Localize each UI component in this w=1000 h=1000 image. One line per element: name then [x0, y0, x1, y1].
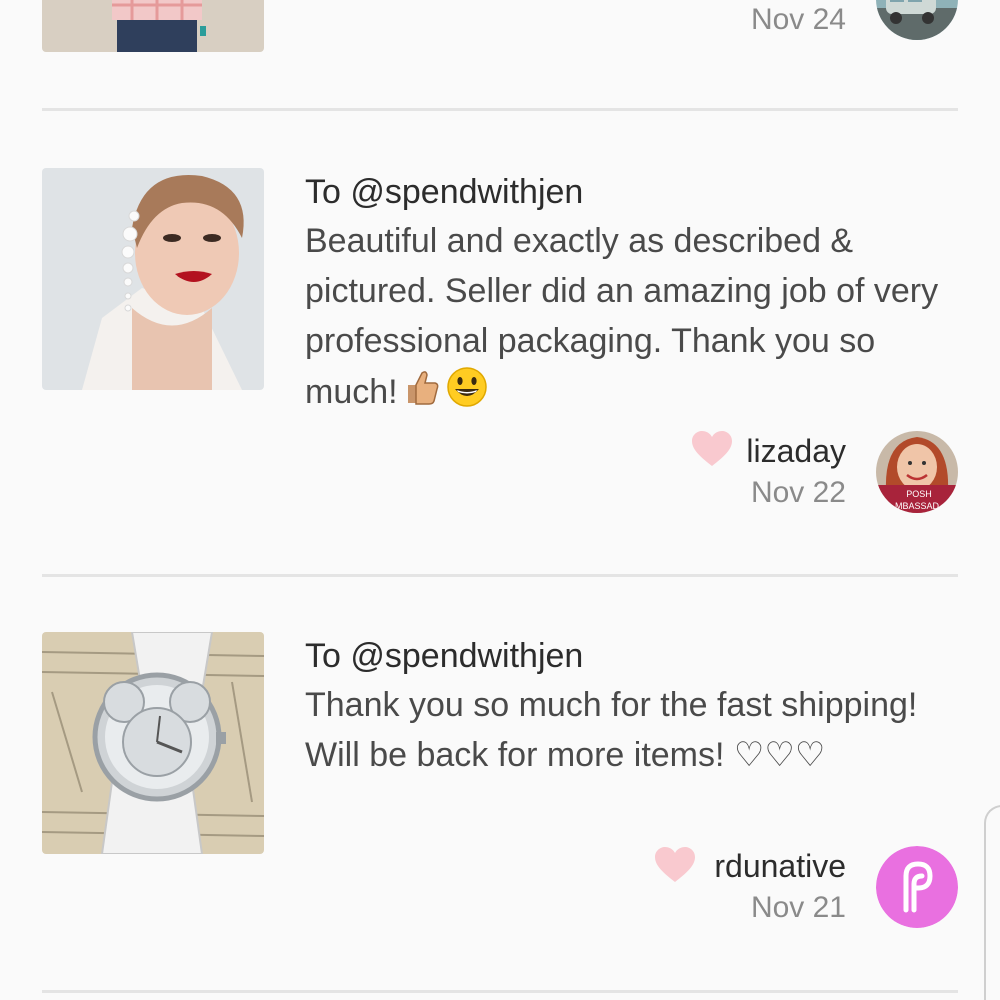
review-meta: rdunative Nov 21 [714, 846, 846, 930]
user-avatar[interactable] [876, 0, 958, 40]
listing-thumbnail-mickey-watch[interactable] [42, 632, 264, 854]
listing-thumbnail-pearl-earrings[interactable] [42, 168, 264, 390]
divider [42, 574, 958, 577]
review-comment-text: Beautiful and exactly as described & pic… [305, 222, 939, 411]
review-body: To @spendwithjen Thank you so much for t… [305, 632, 965, 780]
avatar-badge-line-1: POSH [906, 489, 932, 499]
review-meta: lizaday Nov 22 [746, 431, 846, 515]
reviewer-username[interactable]: lizaday [746, 431, 846, 471]
review-date: Nov 21 [750, 891, 846, 924]
thumbs-up-icon [402, 367, 442, 421]
review-comment: Beautiful and exactly as described & pic… [305, 216, 965, 422]
listing-thumbnail-plaid-shirt[interactable] [42, 0, 264, 52]
like-heart-icon[interactable] [691, 430, 733, 473]
review-date: Nov 22 [750, 476, 846, 509]
user-avatar[interactable]: POSH MBASSAD [876, 431, 958, 513]
scroll-handle[interactable] [984, 805, 1000, 1000]
review-body: To @spendwithjen Beautiful and exactly a… [305, 168, 965, 422]
reviews-feed: Nov 24 To @spendwithjen Beautiful and ex… [0, 0, 1000, 1000]
grinning-face-icon [446, 366, 488, 422]
review-date: Nov 24 [750, 3, 846, 36]
poshmark-logo-avatar[interactable] [876, 846, 958, 928]
review-recipient[interactable]: To @spendwithjen [305, 168, 965, 216]
avatar-badge-line-2: MBASSAD [895, 501, 940, 511]
review-comment: Thank you so much for the fast shipping!… [305, 686, 918, 774]
divider [42, 990, 958, 993]
review-meta: Nov 24 [751, 0, 846, 42]
review-recipient[interactable]: To @spendwithjen [305, 632, 965, 680]
like-heart-icon[interactable] [654, 846, 696, 889]
divider [42, 108, 958, 111]
reviewer-username[interactable]: rdunative [714, 846, 846, 886]
